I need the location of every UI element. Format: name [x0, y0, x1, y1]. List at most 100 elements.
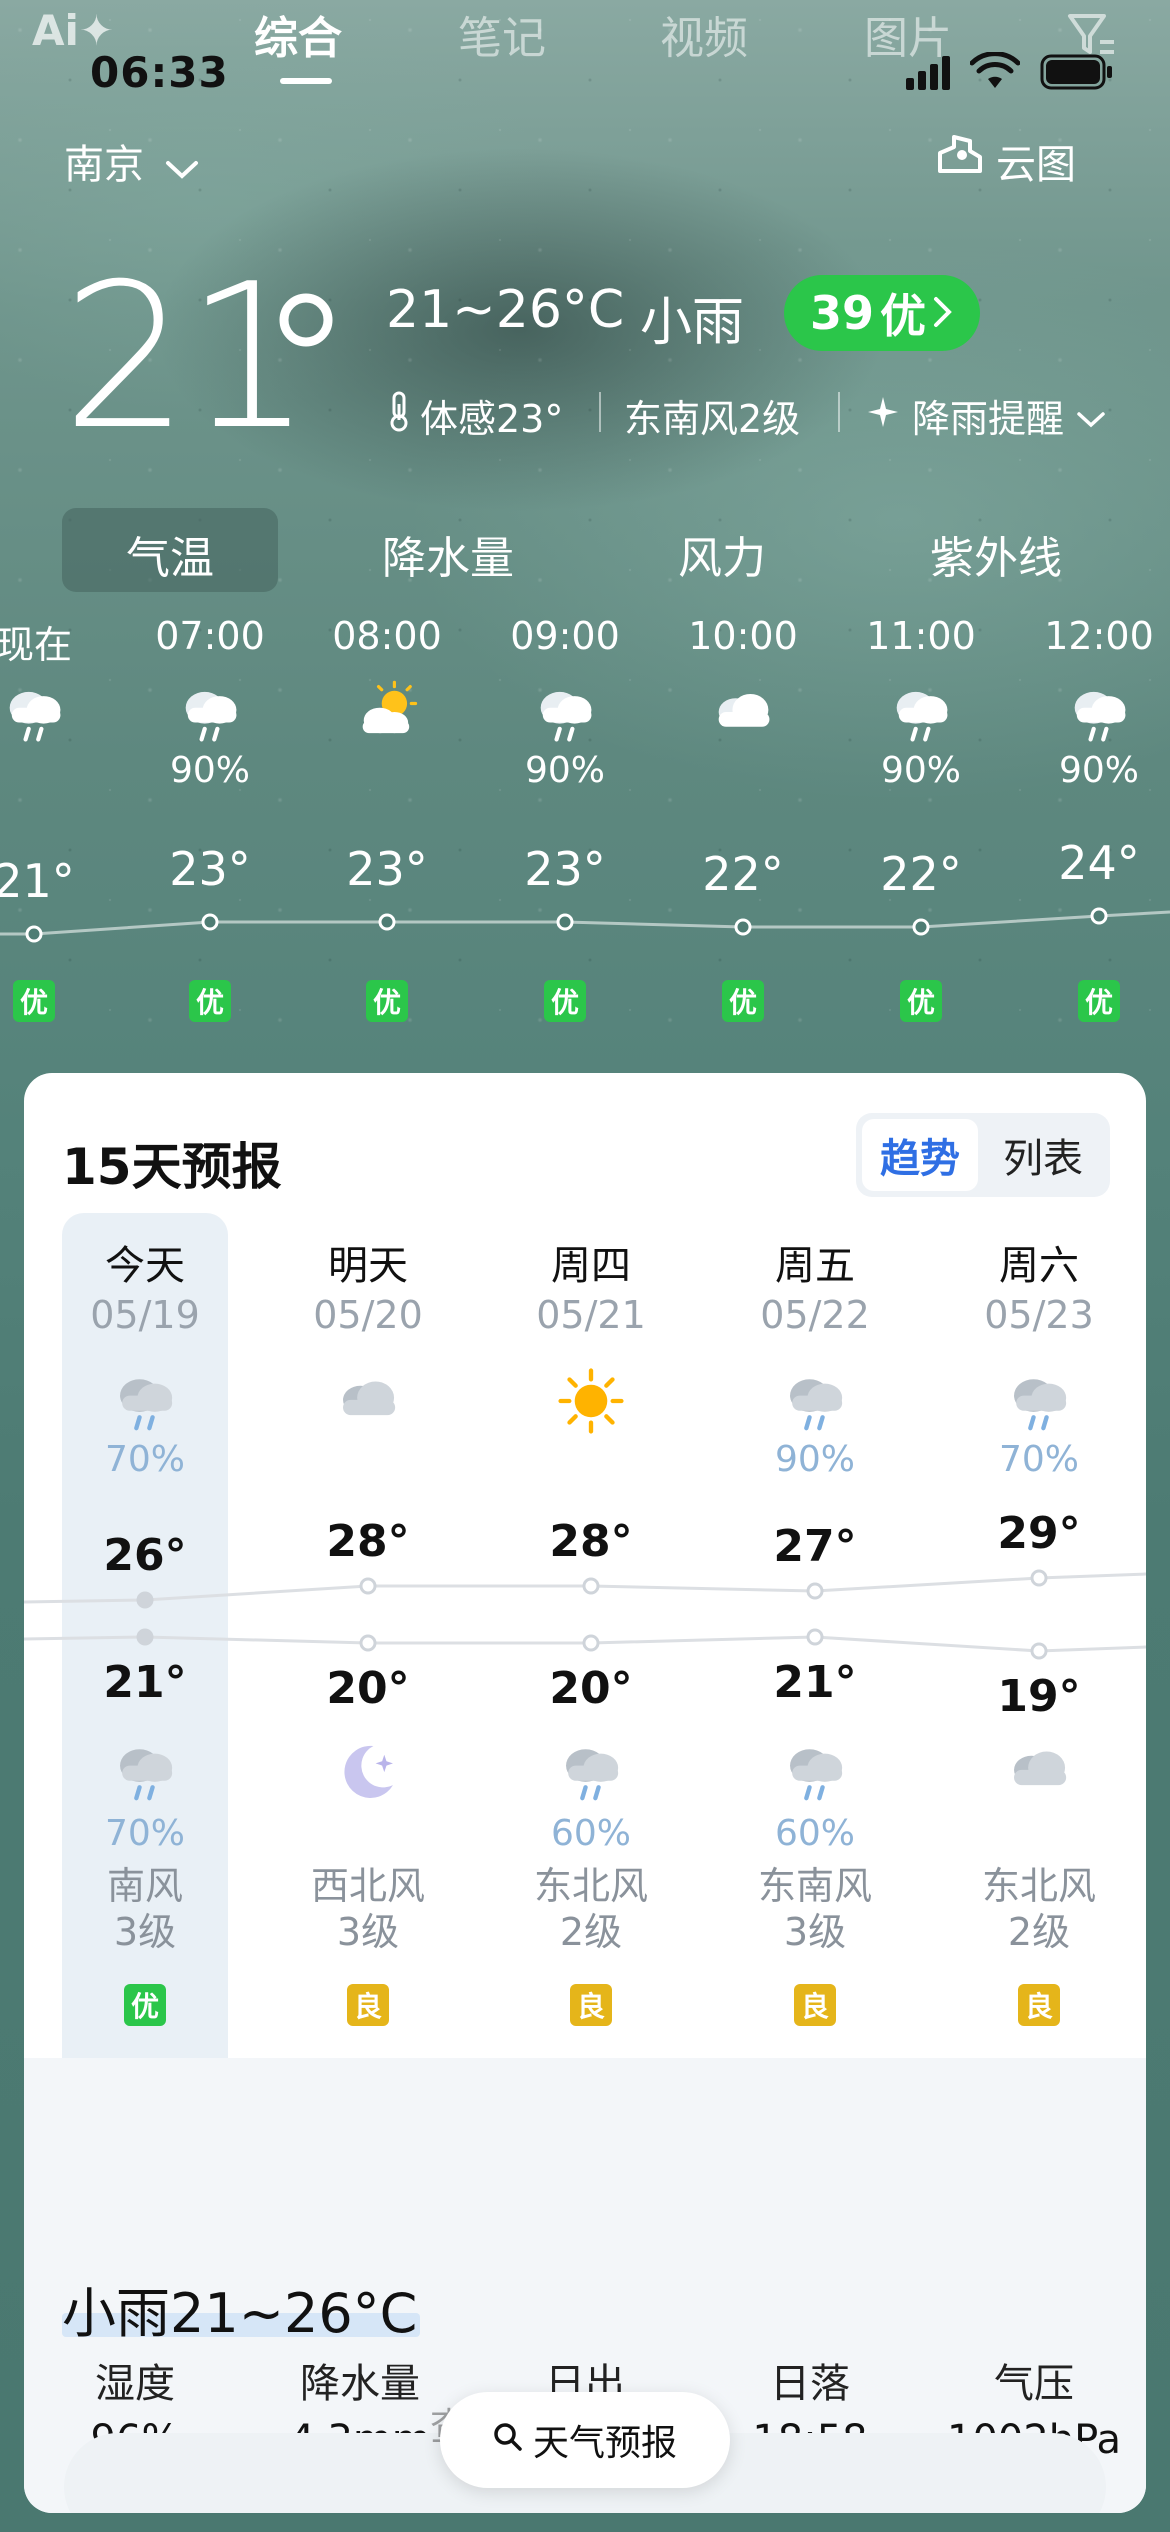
wind-level: 3级 — [336, 1910, 400, 1954]
low-temp-curve-point — [1030, 1642, 1048, 1660]
forecast-title: 15天预报 — [62, 1138, 282, 1196]
aqi-badge: 优 — [124, 1984, 166, 2026]
wind-direction: 东北风 — [981, 1864, 1096, 1908]
city-selector[interactable]: 南京 — [64, 132, 199, 190]
hour-time: 11:00 — [866, 614, 976, 658]
wind-direction: 东南风 — [757, 1864, 872, 1908]
hour-time: 12:00 — [1044, 614, 1154, 658]
tab-notes[interactable]: 笔记 — [458, 2, 546, 66]
feels-like: 体感23° — [386, 388, 563, 443]
hour-precip-pct: 90% — [524, 750, 605, 791]
hourly-curve-line — [0, 910, 1170, 936]
wind-level: 2级 — [559, 1910, 623, 1954]
cellular-signal-icon — [906, 56, 952, 94]
night-precip-pct: 70% — [104, 1813, 185, 1854]
rain-cloud-icon — [1062, 676, 1136, 754]
stat-label: 日落 — [770, 2361, 850, 2407]
tab-video[interactable]: 视频 — [660, 2, 748, 66]
hour-time: 10:00 — [688, 614, 798, 658]
high-temp-curve-point — [582, 1577, 600, 1595]
search-label: 天气预报 — [532, 2423, 677, 2464]
view-toggle: 趋势 列表 — [856, 1113, 1110, 1197]
low-temp-curve-point — [359, 1634, 377, 1652]
hourly-curve-point — [201, 913, 219, 931]
rain-cloud-icon — [0, 676, 71, 754]
tab-temperature[interactable]: 气温 — [62, 522, 278, 586]
aqi-badge: 优 — [544, 980, 586, 1022]
chevron-right-icon — [932, 286, 954, 340]
wind-level: 2级 — [1007, 1910, 1071, 1954]
hourly-curve-point — [734, 918, 752, 936]
rain-cloud-icon — [528, 676, 602, 754]
aqi-badge: 优 — [1078, 980, 1120, 1022]
chevron-down-icon — [165, 144, 199, 190]
aqi-badge: 良 — [794, 1984, 836, 2026]
tab-all[interactable]: 综合 — [254, 2, 342, 66]
aqi-badge: 优 — [13, 980, 55, 1022]
wind-info: 东南风2级 — [624, 397, 801, 441]
low-temp-curve-point — [582, 1634, 600, 1652]
aqi-badge: 良 — [570, 1984, 612, 2026]
weather-search-button[interactable]: 天气预报 — [440, 2392, 730, 2488]
aqi-pill[interactable]: 39 优 — [784, 275, 980, 351]
hourly-curve-point — [556, 913, 574, 931]
cloud-icon — [330, 1363, 406, 1443]
hour-time: 07:00 — [155, 614, 265, 658]
rain-cloud-icon — [884, 676, 958, 754]
hour-precip-pct: 90% — [169, 750, 250, 791]
low-temp-curve-point — [806, 1628, 824, 1646]
rain-cloud-icon — [777, 1363, 853, 1443]
rain-cloud-icon — [107, 1363, 183, 1443]
rain-cloud-icon — [1001, 1363, 1077, 1443]
divider — [838, 392, 840, 432]
wind-level: 3级 — [783, 1910, 847, 1954]
active-tab-underline — [280, 78, 332, 84]
rain-alert-button[interactable]: 降雨提醒 — [866, 388, 1106, 443]
wind-level: 3级 — [113, 1910, 177, 1954]
day-precip-pct: 90% — [774, 1439, 855, 1480]
day-precip-pct: 70% — [998, 1439, 1079, 1480]
high-temp-curve-point — [136, 1591, 154, 1609]
hour-time: 现在 — [0, 623, 72, 667]
high-temp-curve-point — [359, 1577, 377, 1595]
daily-temp-curves — [24, 1569, 1146, 1660]
divider — [599, 392, 601, 432]
summary-title: 小雨21~26°C — [62, 2282, 418, 2345]
hourly-curve-point — [1090, 907, 1108, 925]
aqi-badge: 良 — [347, 1984, 389, 2026]
cloud-icon — [1001, 1733, 1077, 1813]
city-name: 南京 — [64, 142, 144, 188]
cloud-map-icon — [934, 133, 986, 189]
aqi-level: 优 — [880, 289, 926, 343]
rain-cloud-icon — [777, 1733, 853, 1813]
rain-alert-label: 降雨提醒 — [912, 397, 1065, 441]
day-date: 05/21 — [536, 1293, 646, 1337]
hourly-temp-curve — [0, 907, 1170, 943]
hour-precip-pct: 90% — [880, 750, 961, 791]
wifi-icon — [969, 51, 1021, 94]
sun-icon — [553, 1363, 629, 1443]
cloud-map-button[interactable]: 云图 — [934, 132, 1076, 190]
toggle-trend[interactable]: 趋势 — [862, 1119, 978, 1191]
day-name: 明天 — [328, 1243, 408, 1289]
day-name: 周六 — [999, 1243, 1079, 1289]
aqi-badge: 优 — [722, 980, 764, 1022]
tab-wind[interactable]: 风力 — [614, 522, 830, 586]
cloud-map-label: 云图 — [996, 142, 1076, 188]
feels-like-text: 体感23° — [420, 397, 564, 441]
tab-precipitation[interactable]: 降水量 — [340, 522, 556, 586]
tab-uv[interactable]: 紫外线 — [888, 522, 1104, 586]
high-temp-curve-point — [806, 1582, 824, 1600]
temp-range: 21~26°C — [386, 280, 625, 340]
night-precip-pct: 60% — [774, 1813, 855, 1854]
condition-text: 小雨 — [640, 293, 745, 353]
hour-time: 08:00 — [332, 614, 442, 658]
aqi-badge: 良 — [1018, 1984, 1060, 2026]
degree-ring-icon — [276, 290, 336, 354]
day-name: 今天 — [105, 1243, 185, 1289]
toggle-list[interactable]: 列表 — [982, 1119, 1104, 1191]
day-date: 05/23 — [984, 1293, 1094, 1337]
sparkle-icon — [866, 394, 900, 438]
chevron-down-icon — [1076, 394, 1106, 438]
thermometer-icon — [386, 390, 412, 441]
